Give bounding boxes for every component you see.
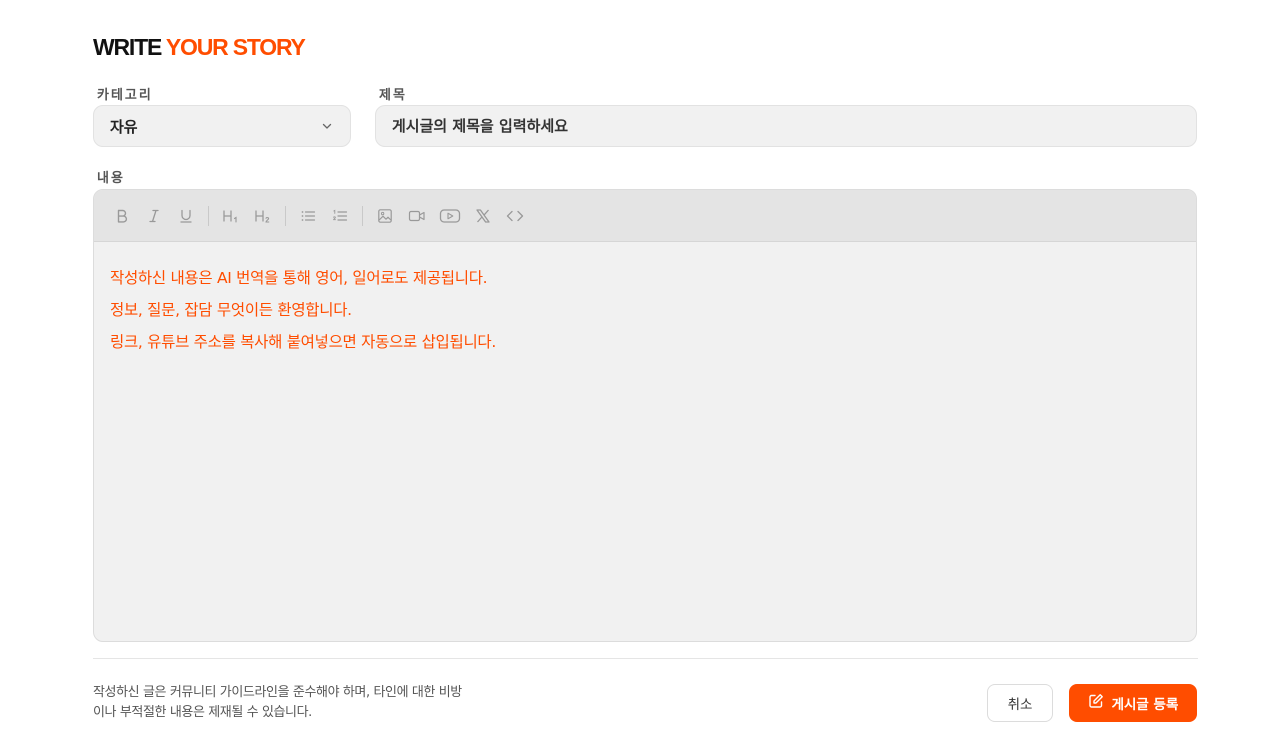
- code-icon[interactable]: [504, 205, 526, 227]
- italic-icon[interactable]: [143, 205, 165, 227]
- image-icon[interactable]: [374, 205, 396, 227]
- page-title-plain: WRITE: [93, 34, 162, 60]
- category-label: 카테고리: [97, 88, 153, 103]
- toolbar-separator: [362, 205, 363, 226]
- submit-post-label: 게시글 등록: [1111, 697, 1179, 713]
- title-input[interactable]: [375, 105, 1197, 147]
- ordered-list-icon[interactable]: [329, 205, 351, 227]
- editor-placeholder-line: 링크, 유튜브 주소를 복사해 붙여넣으면 자동으로 삽입됩니다.: [110, 333, 497, 351]
- editor-toolbar: [94, 190, 1196, 242]
- editor-content-area[interactable]: 작성하신 내용은 AI 번역을 통해 영어, 일어로도 제공됩니다. 정보, 질…: [94, 242, 1196, 378]
- category-select[interactable]: 자유: [93, 105, 351, 147]
- toolbar-separator: [208, 205, 209, 226]
- editor-placeholder-line: 작성하신 내용은 AI 번역을 통해 영어, 일어로도 제공됩니다.: [110, 269, 488, 287]
- guideline-notice-line: 작성하신 글은 커뮤니티 가이드라인을 준수해야 하며, 타인에 대한 비방: [93, 685, 462, 700]
- toolbar-separator: [285, 205, 286, 226]
- footer-divider: [93, 658, 1198, 659]
- youtube-icon[interactable]: [438, 205, 462, 227]
- heading-1-icon[interactable]: [220, 205, 242, 227]
- cancel-button[interactable]: 취소: [987, 684, 1053, 722]
- guideline-notice-line: 이나 부적절한 내용은 제재될 수 있습니다.: [93, 705, 312, 720]
- page-title: WRITE YOUR STORY: [93, 34, 306, 61]
- submit-post-button[interactable]: 게시글 등록: [1069, 684, 1197, 722]
- underline-icon[interactable]: [175, 205, 197, 227]
- editor-placeholder-line: 정보, 질문, 잡담 무엇이든 환영합니다.: [110, 301, 352, 319]
- guideline-notice: 작성하신 글은 커뮤니티 가이드라인을 준수해야 하며, 타인에 대한 비방 이…: [93, 683, 488, 723]
- bold-icon[interactable]: [111, 205, 133, 227]
- title-label: 제목: [379, 88, 407, 103]
- page-title-accent: YOUR STORY: [165, 34, 306, 60]
- edit-icon: [1088, 693, 1104, 713]
- bullet-list-icon[interactable]: [297, 205, 319, 227]
- content-editor[interactable]: 작성하신 내용은 AI 번역을 통해 영어, 일어로도 제공됩니다. 정보, 질…: [93, 189, 1197, 642]
- category-select-value: 자유: [110, 117, 138, 136]
- heading-2-icon[interactable]: [252, 205, 274, 227]
- video-icon[interactable]: [406, 205, 428, 227]
- chevron-down-icon: [320, 119, 334, 133]
- content-label: 내용: [97, 171, 125, 186]
- x-twitter-icon[interactable]: [472, 205, 494, 227]
